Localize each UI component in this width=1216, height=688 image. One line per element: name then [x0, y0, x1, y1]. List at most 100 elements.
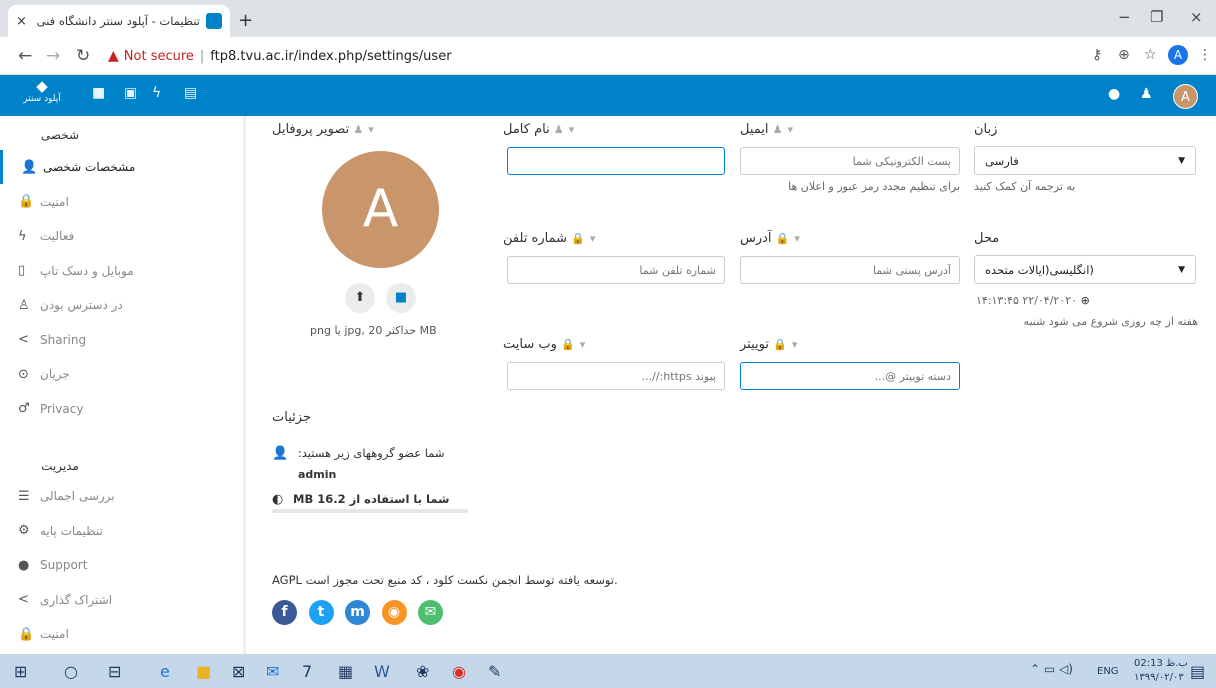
visibility-icon[interactable]: ♟ [773, 123, 783, 136]
folder-icon: ■ [394, 290, 408, 305]
search-icon[interactable]: ○ [64, 662, 78, 681]
website-input[interactable] [507, 362, 725, 390]
contacts-icon[interactable]: ♟ [1140, 86, 1153, 102]
language-select[interactable]: فارسی ▼ [974, 146, 1196, 175]
back-arrow-icon[interactable]: ← [18, 46, 32, 66]
email-label: ▾♟ ایمیل [740, 122, 794, 137]
user-menu-avatar[interactable]: A [1173, 84, 1198, 109]
language-help[interactable]: به ترجمه آن کمک کنید [974, 180, 1075, 193]
address-input[interactable] [740, 256, 960, 284]
mastodon-icon[interactable]: m [345, 600, 370, 625]
word-icon[interactable]: W [374, 662, 390, 681]
email-help: برای تنظیم مجدد رمز عبور و اعلان ها [788, 180, 960, 193]
phone-input[interactable] [507, 256, 725, 284]
windows-start-icon[interactable]: ⊞ [14, 662, 27, 681]
calendar-app-icon[interactable]: ▤ [184, 85, 197, 101]
sidebar-item-personal-0[interactable]: 👤 مشخصات شخصی [0, 150, 243, 184]
sidebar-item-label: در دسترس بودن [40, 298, 123, 312]
calculator-icon[interactable]: ▦ [338, 662, 353, 681]
tab-title: تنظیمات - آپلود سنتر دانشگاه فنی [36, 14, 200, 28]
zoom-icon[interactable]: ⊕ [1118, 47, 1130, 63]
sidebar-item-admin-4[interactable]: 🔒 امنیت [0, 617, 243, 651]
quota-row: ◐ MB شما با استفاده از 16.2 [272, 492, 450, 507]
paint-icon[interactable]: ✎ [488, 662, 501, 681]
omnibox[interactable]: ▲ Not secure | ftp8.tvu.ac.ir/index.php/… [108, 44, 1008, 68]
lock-icon[interactable]: 🔒 [571, 232, 585, 245]
reload-icon[interactable]: ↻ [76, 46, 90, 66]
locale-select[interactable]: (انگلیسی(ایالات متحده ▼ [974, 255, 1196, 284]
browser-profile-avatar[interactable]: A [1168, 45, 1188, 65]
sidebar-item-admin-3[interactable]: < اشتراک گذاری [0, 583, 243, 617]
fullname-input[interactable] [507, 147, 725, 175]
user-icon: 👤 [272, 446, 289, 461]
sidebar-item-label: تنظیمات پایه [40, 523, 103, 538]
minimize-button[interactable]: − [1118, 8, 1131, 26]
forward-arrow-icon[interactable]: → [46, 46, 60, 66]
file-explorer-icon[interactable]: ■ [196, 662, 211, 681]
chevron-down-icon[interactable]: ▾ [590, 232, 596, 245]
mail-icon[interactable]: ✉ [418, 600, 443, 625]
visibility-icon[interactable]: ♟ [353, 123, 363, 136]
lock-icon[interactable]: 🔒 [776, 232, 790, 245]
sidebar-item-personal-7[interactable]: ♂ Privacy [0, 392, 243, 426]
chevron-down-icon[interactable]: ▾ [792, 338, 798, 351]
files-app-icon[interactable]: ■ [92, 85, 105, 101]
photos-app-icon[interactable]: ▣ [124, 85, 137, 101]
task-view-icon[interactable]: ⊟ [108, 662, 121, 681]
sidebar-item-label: اشتراک گذاری [40, 592, 113, 607]
sidebar-item-admin-1[interactable]: ⚙ تنظیمات پایه [0, 514, 243, 548]
sidebar-item-personal-5[interactable]: < Sharing [0, 323, 243, 357]
visibility-icon[interactable]: ♟ [554, 123, 564, 136]
not-secure-label: Not secure [123, 48, 194, 64]
key-icon[interactable]: ⚷ [1092, 47, 1102, 63]
chevron-down-icon[interactable]: ▾ [580, 338, 586, 351]
settings-sidebar: شخصی 👤 مشخصات شخصی 🔒 امنیت ϟ فعالیت ▯ موبایل و … [0, 116, 246, 654]
chevron-down-icon[interactable]: ▾ [368, 123, 374, 136]
sidebar-item-personal-3[interactable]: ▯ موبایل و دسک تاپ [0, 254, 243, 288]
window-close-button[interactable]: × [1190, 8, 1203, 26]
language-indicator[interactable]: ENG [1097, 666, 1119, 677]
chrome-icon[interactable]: ◉ [452, 662, 466, 681]
sidebar-item-admin-0[interactable]: ☰ بررسی اجمالی [0, 479, 243, 513]
lock-icon[interactable]: 🔒 [773, 338, 787, 351]
warning-icon: ▲ [108, 48, 119, 64]
sidebar-item-admin-2[interactable]: ● Support [0, 548, 243, 582]
seven-zip-icon[interactable]: 7 [302, 662, 312, 681]
notifications-icon[interactable]: ● [1108, 86, 1120, 102]
app-icon[interactable]: ❀ [416, 662, 429, 681]
email-input[interactable] [740, 147, 960, 175]
chevron-down-icon[interactable]: ▾ [569, 123, 575, 136]
new-tab-button[interactable]: + [238, 10, 253, 31]
lock-icon: 🔒 [18, 626, 35, 642]
upload-button[interactable]: ⬆ [345, 283, 375, 313]
rss-icon[interactable]: ◉ [381, 600, 407, 625]
browser-tab[interactable]: تنظیمات - آپلود سنتر دانشگاه فنی × [8, 5, 230, 37]
notification-center-icon[interactable]: ▤ [1190, 662, 1205, 681]
edge-browser-icon[interactable]: e [160, 662, 170, 681]
sidebar-item-personal-1[interactable]: 🔒 امنیت [0, 185, 243, 219]
tray-icons[interactable]: ⌃ ▭ ◁) [1030, 662, 1073, 676]
sidebar-item-label: مشخصات شخصی [43, 160, 136, 174]
sidebar-item-personal-6[interactable]: ⊙ جریان [0, 357, 243, 391]
more-menu-icon[interactable]: ⋮ [1198, 47, 1212, 63]
app-logo[interactable]: ◆ آپلود سنتر [20, 78, 64, 112]
sidebar-item-personal-2[interactable]: ϟ فعالیت [0, 219, 243, 253]
facebook-icon[interactable]: f [272, 600, 297, 625]
activity-app-icon[interactable]: ϟ [152, 85, 161, 101]
globe-icon: ⊕ [1080, 294, 1090, 307]
star-icon[interactable]: ☆ [1144, 47, 1157, 63]
chevron-down-icon[interactable]: ▾ [788, 123, 794, 136]
mail-icon[interactable]: ✉ [266, 662, 279, 681]
lock-icon[interactable]: 🔒 [561, 338, 575, 351]
choose-from-files-button[interactable]: ■ [386, 283, 416, 313]
url-text[interactable]: ftp8.tvu.ac.ir/index.php/settings/user [210, 49, 451, 64]
twitter-icon[interactable]: t [308, 600, 334, 625]
sidebar-item-personal-4[interactable]: ♙ در دسترس بودن [0, 288, 243, 322]
restore-button[interactable]: ❐ [1150, 8, 1163, 26]
clock-time[interactable]: 02:13 ب.ظ [1134, 658, 1188, 669]
store-icon[interactable]: ⊠ [232, 662, 245, 681]
tab-close-button[interactable]: × [16, 14, 27, 29]
chevron-down-icon[interactable]: ▾ [794, 232, 800, 245]
clock-date[interactable]: ۱۳۹۹/۰۲/۰۳ [1134, 672, 1184, 683]
twitter-input[interactable] [740, 362, 960, 390]
